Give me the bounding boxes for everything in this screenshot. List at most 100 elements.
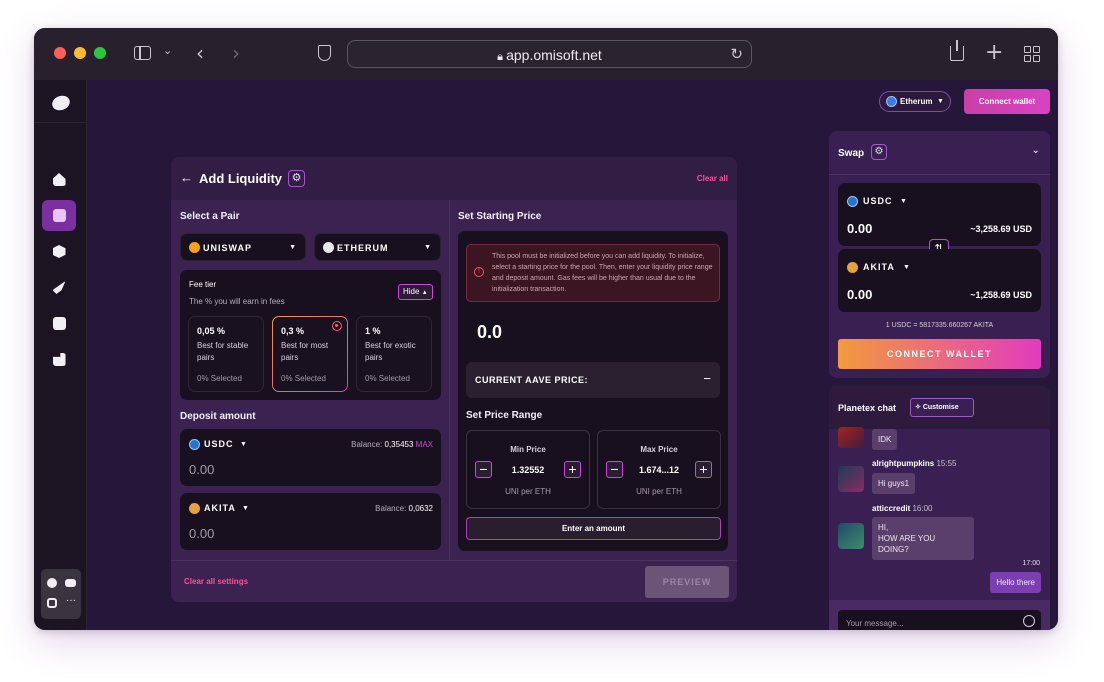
username: alrightpumpkins bbox=[872, 459, 935, 468]
fee-option-0-05[interactable]: 0,05 % Best for stable pairs 0% Selected bbox=[188, 316, 264, 392]
balance-info: Balance: 0,0632 bbox=[375, 504, 433, 513]
network-selector[interactable]: Etherum ▼ bbox=[879, 91, 951, 112]
swap-to[interactable]: AKITA ▼ 0.00 ~1,258.69 USD bbox=[838, 249, 1041, 312]
swap-connect-wallet-button[interactable]: CONNECT WALLET bbox=[838, 339, 1041, 369]
max-button[interactable]: MAX bbox=[416, 440, 433, 449]
deposit-akita[interactable]: AKITA ▼ Balance: 0,0632 0.00 bbox=[180, 493, 441, 550]
sidebar-divider bbox=[34, 122, 86, 123]
nav-extensions[interactable] bbox=[42, 344, 76, 375]
chat-message: HI, HOW ARE YOU DOING? bbox=[872, 517, 974, 560]
swap-from[interactable]: USDC ▼ 0.00 ~3,258.69 USD bbox=[838, 183, 1041, 246]
settings-gear-icon[interactable]: ⚙ bbox=[288, 170, 305, 187]
new-tab-icon[interactable]: + bbox=[985, 40, 1003, 65]
chat-message: Hi guys1 bbox=[872, 473, 916, 494]
enter-amount-button[interactable]: Enter an amount bbox=[466, 517, 721, 540]
add-liquidity-card: ← Add Liquidity ⚙ Clear all Select a Pai… bbox=[171, 157, 737, 602]
chevron-down-icon[interactable]: ▼ bbox=[240, 441, 247, 448]
fee-option-0-3[interactable]: 0,3 % Best for most pairs 0% Selected bbox=[272, 316, 348, 392]
back-arrow-icon[interactable]: ‹ bbox=[196, 41, 204, 65]
sidebar-toggle-icon[interactable] bbox=[134, 46, 151, 60]
tab-overview-icon[interactable] bbox=[1024, 46, 1040, 62]
select-pair-label: Select a Pair bbox=[180, 211, 240, 222]
fee-description: Best for stable pairs bbox=[197, 341, 249, 362]
chat-user: alrightpumpkins 15:55 bbox=[872, 459, 957, 468]
clear-all-link[interactable]: Clear all bbox=[697, 174, 728, 183]
fee-percent: 0,05 % bbox=[197, 326, 226, 336]
fee-selected: 0% Selected bbox=[365, 374, 410, 383]
pair-a-label: UNISWAP bbox=[203, 243, 253, 253]
chevron-down-icon[interactable]: ⌄ bbox=[163, 44, 172, 57]
starting-price-label: Set Starting Price bbox=[458, 211, 542, 222]
chat-header: Planetex chat ✧ Customise bbox=[829, 386, 1050, 429]
fee-selected: 0% Selected bbox=[197, 374, 242, 383]
back-arrow-icon[interactable]: ← bbox=[180, 170, 193, 185]
amount-input[interactable]: 0.00 bbox=[847, 287, 872, 302]
amount-input[interactable]: 0.00 bbox=[847, 221, 872, 236]
emoji-icon[interactable] bbox=[1023, 615, 1035, 627]
nav-launch[interactable] bbox=[42, 272, 76, 303]
pair-a-select[interactable]: UNISWAP ▼ bbox=[180, 233, 306, 261]
url-display: 🔒︎ app.omisoft.net bbox=[348, 47, 751, 64]
planet-logo-icon[interactable] bbox=[50, 93, 72, 113]
deposit-amount-label: Deposit amount bbox=[180, 411, 256, 422]
nav-home[interactable] bbox=[42, 164, 76, 195]
browser-toolbar: ⌄ ‹ › 🔒︎ app.omisoft.net ↻ + bbox=[34, 28, 1058, 80]
max-increase-button[interactable]: + bbox=[695, 461, 712, 478]
url-text: app.omisoft.net bbox=[506, 47, 602, 63]
amount-input[interactable]: 0.00 bbox=[189, 526, 214, 541]
preview-button[interactable]: PREVIEW bbox=[645, 566, 729, 598]
share-icon[interactable] bbox=[950, 40, 964, 61]
warning-box: ! This pool must be initialized before y… bbox=[466, 244, 720, 302]
balance-label: Balance: bbox=[351, 440, 383, 449]
fee-tier-subtitle: The % you will earn in fees bbox=[189, 297, 285, 306]
page-title: Add Liquidity bbox=[199, 171, 283, 186]
aave-price-row[interactable]: CURRENT AAVE PRICE: − bbox=[466, 362, 720, 398]
deposit-usdc[interactable]: USDC ▼ Balance: 0,35453 MAX 0.00 bbox=[180, 429, 441, 486]
reload-icon[interactable]: ↻ bbox=[730, 45, 743, 63]
hide-button[interactable]: Hide ▲ bbox=[398, 284, 433, 300]
swap-settings-icon[interactable]: ⚙ bbox=[871, 144, 887, 160]
chevron-down-icon[interactable]: ⌄ bbox=[1032, 145, 1040, 156]
nav-liquidity[interactable] bbox=[42, 200, 76, 231]
chat-panel: Planetex chat ✧ Customise IDK alrightpum… bbox=[829, 386, 1050, 630]
fee-option-1[interactable]: 1 % Best for exotic pairs 0% Selected bbox=[356, 316, 432, 392]
privacy-shield-icon[interactable] bbox=[318, 45, 331, 61]
instagram-icon[interactable] bbox=[47, 598, 57, 608]
connect-wallet-button[interactable]: Connect wallet bbox=[964, 89, 1050, 114]
collapse-icon[interactable]: − bbox=[703, 371, 711, 386]
chat-title: Planetex chat bbox=[838, 403, 897, 413]
forward-arrow-icon[interactable]: › bbox=[232, 41, 240, 65]
exchange-rate: 1 USDC = 5817335.660267 AKITA bbox=[885, 322, 994, 329]
radio-selected-icon bbox=[332, 321, 342, 331]
token-label: USDC bbox=[863, 196, 893, 206]
more-icon[interactable]: ··· bbox=[66, 595, 76, 606]
help-icon bbox=[52, 317, 66, 330]
close-window-button[interactable] bbox=[54, 47, 66, 59]
message-line: HOW ARE YOU DOING? bbox=[878, 534, 936, 554]
message-time: 15:55 bbox=[936, 459, 957, 468]
starting-price-value[interactable]: 0.0 bbox=[477, 322, 502, 343]
minimize-window-button[interactable] bbox=[74, 47, 86, 59]
pair-b-select[interactable]: ETHERUM ▼ bbox=[314, 233, 441, 261]
chevron-down-icon[interactable]: ▼ bbox=[900, 198, 907, 205]
chevron-down-icon[interactable]: ▼ bbox=[903, 264, 910, 271]
akita-coin-icon bbox=[847, 262, 858, 273]
zoom-window-button[interactable] bbox=[94, 47, 106, 59]
chevron-down-icon[interactable]: ▼ bbox=[242, 505, 249, 512]
max-price-unit: UNI per ETH bbox=[636, 487, 682, 496]
discord-icon[interactable] bbox=[65, 579, 76, 587]
message-time: 16:00 bbox=[912, 504, 933, 513]
nav-help[interactable] bbox=[42, 308, 76, 339]
chart-icon bbox=[52, 209, 66, 222]
message-input[interactable]: Your message... bbox=[838, 610, 1041, 630]
app-main: Etherum ▼ Connect wallet ← Add Liquidity… bbox=[87, 80, 1058, 630]
address-bar[interactable]: 🔒︎ app.omisoft.net ↻ bbox=[347, 40, 752, 68]
min-increase-button[interactable]: + bbox=[564, 461, 581, 478]
nav-box[interactable] bbox=[42, 236, 76, 267]
amount-input[interactable]: 0.00 bbox=[189, 462, 214, 477]
facebook-icon[interactable] bbox=[47, 578, 57, 588]
customise-button[interactable]: ✧ Customise bbox=[910, 398, 974, 417]
message-placeholder: Your message... bbox=[846, 619, 904, 628]
token-label: AKITA bbox=[204, 503, 236, 513]
clear-settings-link[interactable]: Clear all settings bbox=[184, 577, 248, 586]
